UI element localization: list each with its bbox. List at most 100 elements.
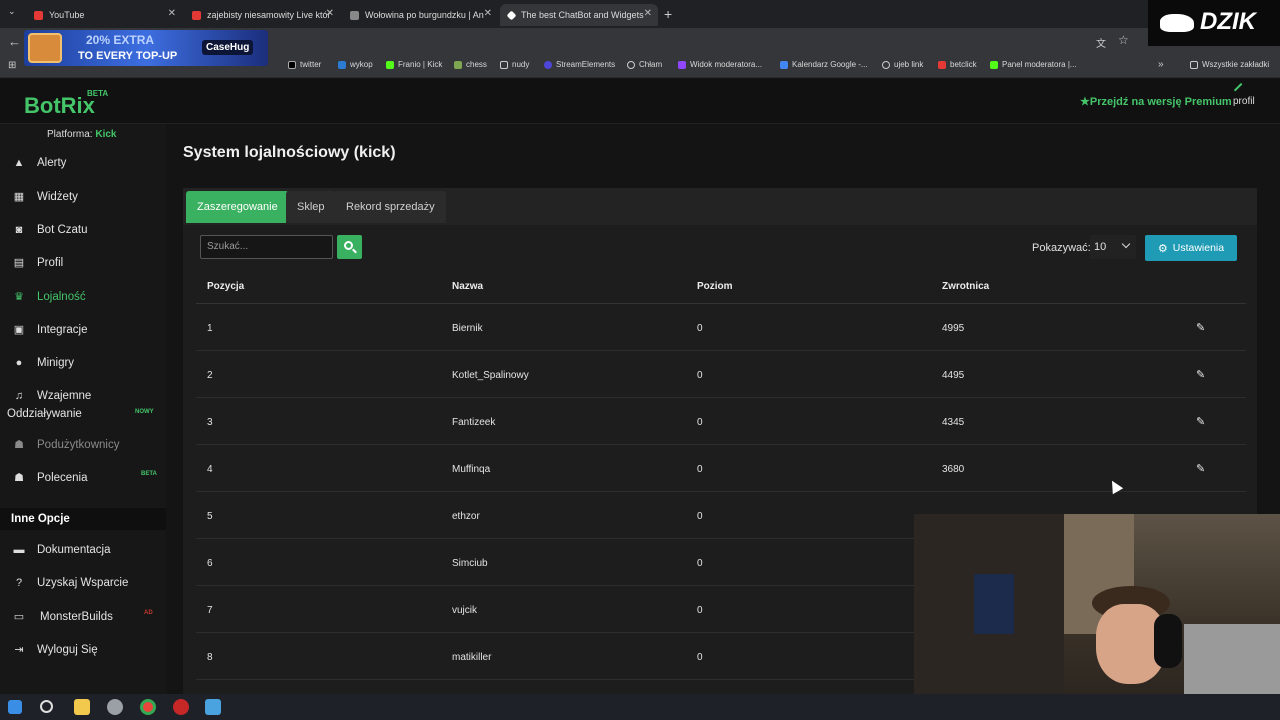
tab-sales-record[interactable]: Rekord sprzedaży (335, 191, 446, 223)
cell-level: 0 (697, 370, 703, 381)
betclick-icon (938, 60, 946, 69)
bookmark-label: Wszystkie zakładki (1202, 60, 1270, 69)
bookmark-panel-moderatora[interactable]: Panel moderatora |... (990, 60, 1077, 69)
sidebar-item-alerty[interactable]: ▲ Alerty (12, 157, 67, 169)
sidebar-item-wzajemne[interactable]: ♫ Wzajemne (12, 390, 91, 402)
panel-tabs: Zaszeregowanie Sklep Rekord sprzedaży (183, 188, 1257, 225)
bookmark-kalendarz[interactable]: Kalendarz Google -... (780, 60, 868, 69)
app-icon[interactable] (107, 699, 123, 715)
back-arrow-icon[interactable]: ← (8, 34, 21, 49)
column-header-points[interactable]: Zwrotnica (942, 281, 989, 292)
search-icon-handle (352, 248, 357, 254)
pencil-icon[interactable]: ✎ (1196, 462, 1208, 475)
botrix-logo[interactable]: BotRix (24, 93, 95, 119)
sidebar-item-poduzytkownicy[interactable]: ☗ Podużytkownicy (12, 439, 119, 451)
bookmark-all[interactable]: Wszystkie zakładki (1190, 60, 1269, 69)
tab-ranking[interactable]: Zaszeregowanie (186, 191, 289, 223)
sidebar-item-bot-czatu[interactable]: ◙ Bot Czatu (12, 224, 88, 236)
tab-search-chevron-icon[interactable]: ⌄ (8, 6, 16, 17)
streamelements-icon (544, 60, 552, 69)
webcam-headset (1154, 614, 1182, 668)
bookmark-betclick[interactable]: betclick (938, 60, 977, 69)
browser-tab-recipe[interactable]: Wołowina po burgundzku | An ✕ (342, 4, 498, 26)
pencil-icon[interactable]: ✎ (1196, 368, 1208, 381)
plug-icon: ▣ (13, 324, 25, 336)
sidebar-item-label: Lojalność (37, 291, 86, 303)
search-icon[interactable] (40, 700, 53, 713)
sidebar-item-label: Dokumentacja (37, 544, 111, 556)
tab-shop[interactable]: Sklep (286, 191, 336, 223)
boar-icon (1160, 14, 1194, 32)
calendar-icon (780, 60, 788, 69)
sidebar-item-polecenia[interactable]: ☗ Polecenia (12, 472, 87, 484)
profile-link[interactable]: profil (1233, 96, 1255, 107)
close-icon[interactable]: ✕ (644, 8, 652, 19)
search-input[interactable]: Szukać... (200, 235, 333, 259)
chrome-icon[interactable] (140, 699, 156, 715)
translate-icon[interactable]: 文 (1096, 35, 1106, 50)
pencil-icon[interactable]: ✎ (1196, 321, 1208, 334)
sidebar-item-dokumentacja[interactable]: ▬ Dokumentacja (12, 544, 111, 556)
casehug-ad-banner[interactable]: 20% EXTRA TO EVERY TOP-UP CaseHug (24, 30, 268, 66)
cell-name: Biernik (452, 323, 483, 334)
bookmark-label: wykop (350, 60, 373, 69)
bookmark-ujeb-link[interactable]: ujeb link (882, 60, 923, 69)
new-tab-plus-icon[interactable]: + (664, 6, 672, 22)
bookmark-widok-moderatora[interactable]: Widok moderatora... (678, 60, 762, 69)
sidebar-item-label: Podużytkownicy (37, 439, 120, 451)
column-header-level[interactable]: Poziom (697, 281, 733, 292)
close-icon[interactable]: ✕ (326, 8, 334, 19)
globe-icon (627, 60, 635, 69)
cell-level: 0 (697, 511, 703, 522)
sidebar-item-widzety[interactable]: ▦ Widżety (12, 191, 78, 203)
search-button[interactable] (337, 235, 362, 259)
close-icon[interactable]: ✕ (484, 8, 492, 19)
app-icon[interactable] (205, 699, 221, 715)
windows-start-icon[interactable] (8, 700, 22, 714)
sidebar-item-integracje[interactable]: ▣ Integracje (12, 324, 88, 336)
cell-position: 4 (207, 464, 213, 475)
pencil-icon[interactable]: ✎ (1196, 415, 1208, 428)
table-row: 3 Fantizeek 0 4345 ✎ (196, 398, 1246, 445)
column-header-position[interactable]: Pozycja (207, 281, 244, 292)
sidebar-item-label: MonsterBuilds (40, 611, 113, 623)
premium-link[interactable]: ★Przejdź na wersję Premium (1080, 95, 1232, 108)
app-icon[interactable] (173, 699, 189, 715)
close-icon[interactable]: ✕ (168, 8, 176, 19)
file-explorer-icon[interactable] (74, 699, 90, 715)
sidebar-item-monsterbuilds[interactable]: ▭ MonsterBuilds (12, 611, 113, 623)
platform-label: Platforma: (47, 129, 93, 140)
chevron-right-icon[interactable]: » (1158, 59, 1164, 70)
browser-tab-live[interactable]: zajebisty niesamowity Live któr ✕ (184, 4, 340, 26)
bookmark-twitter[interactable]: twitter (288, 60, 321, 69)
page-size-select[interactable]: 10 (1090, 235, 1136, 259)
bookmark-franio[interactable]: Franio | Kick (386, 60, 442, 69)
sidebar-item-profil[interactable]: ▤ Profil (12, 257, 63, 269)
bookmark-streamelements[interactable]: StreamElements (544, 60, 615, 69)
column-header-name[interactable]: Nazwa (452, 281, 483, 292)
tab-label: YouTube (49, 10, 85, 20)
bookmark-label: Widok moderatora... (690, 60, 763, 69)
star-icon[interactable]: ☆ (1118, 33, 1129, 47)
trophy-icon: ♛ (14, 291, 24, 303)
apps-grid-icon[interactable]: ⊞ (8, 60, 16, 71)
tab-label: zajebisty niesamowity Live któr (207, 10, 331, 20)
bookmark-label: StreamElements (556, 60, 616, 69)
grid-icon: ▦ (13, 191, 25, 203)
browser-tab-youtube[interactable]: YouTube ✕ (26, 4, 182, 26)
cell-level: 0 (697, 558, 703, 569)
bookmark-nudy[interactable]: nudy (500, 60, 529, 69)
browser-tab-botrix[interactable]: The best ChatBot and Widgets ✕ (500, 4, 658, 26)
sidebar-item-label-line2[interactable]: Oddziaływanie (7, 408, 82, 420)
bookmark-label: ujeb link (894, 60, 924, 69)
settings-button[interactable]: ⚙ Ustawienia (1145, 235, 1237, 261)
bookmark-wykop[interactable]: wykop (338, 60, 373, 69)
sidebar-item-minigry[interactable]: ● Minigry (12, 357, 74, 369)
sidebar-item-wyloguj[interactable]: ⇥ Wyloguj Się (12, 644, 97, 656)
sidebar-item-lojalnosc[interactable]: ♛ Lojalność (12, 291, 86, 303)
bookmark-chess[interactable]: chess (454, 60, 487, 69)
bookmark-chlam[interactable]: Chłam (627, 60, 662, 69)
cell-name: Kotlet_Spalinowy (452, 370, 529, 381)
cell-name: Simciub (452, 558, 488, 569)
sidebar-item-wsparcie[interactable]: ? Uzyskaj Wsparcie (12, 577, 128, 589)
